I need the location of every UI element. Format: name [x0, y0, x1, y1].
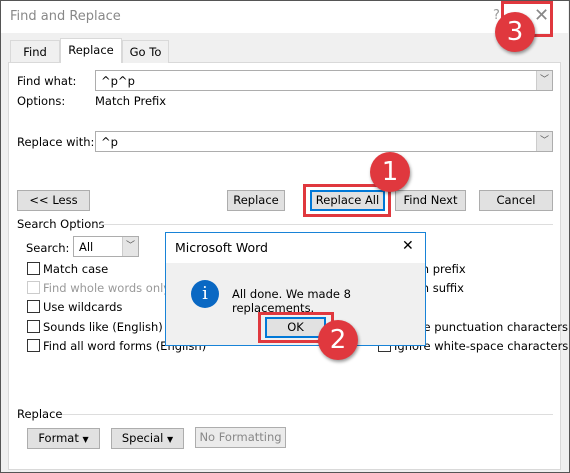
sounds-like-label: Sounds like (English): [43, 320, 163, 334]
chevron-down-icon[interactable]: ﹀: [122, 237, 138, 256]
search-direction-value: All: [79, 240, 94, 254]
format-label: Format: [38, 431, 79, 445]
options-label: Options:: [17, 94, 66, 108]
annotation-badge-1: 1: [370, 152, 410, 192]
search-label: Search:: [26, 241, 70, 255]
annotation-badge-2: 2: [318, 320, 358, 360]
search-options-heading: Search Options: [17, 217, 105, 231]
format-button[interactable]: Format ▼: [27, 428, 100, 449]
dropdown-arrow-icon: ▼: [82, 435, 89, 444]
tab-go-to[interactable]: Go To: [122, 40, 169, 63]
divider: [100, 224, 553, 225]
less-button[interactable]: << Less: [17, 190, 90, 211]
search-direction-select[interactable]: All ﹀: [73, 236, 139, 257]
ok-button[interactable]: OK: [265, 317, 326, 338]
special-label: Special: [121, 431, 164, 445]
match-case-checkbox[interactable]: [27, 262, 40, 275]
cancel-button[interactable]: Cancel: [479, 190, 553, 211]
whole-words-label: Find whole words only: [43, 281, 171, 295]
annotation-badge-3: 3: [495, 12, 535, 52]
special-button[interactable]: Special ▼: [111, 428, 184, 449]
find-what-value: ^p^p: [101, 74, 135, 88]
message-box-close-button[interactable]: ✕: [402, 238, 414, 254]
replace-all-button[interactable]: Replace All: [310, 190, 385, 211]
info-icon: i: [191, 280, 219, 308]
word-forms-checkbox[interactable]: [27, 339, 40, 352]
tab-find[interactable]: Find: [10, 40, 60, 63]
options-value: Match Prefix: [95, 94, 167, 108]
window-title: Find and Replace: [10, 9, 121, 24]
message-box-title: Microsoft Word: [175, 240, 268, 255]
whole-words-checkbox[interactable]: [27, 281, 40, 294]
message-box: Microsoft Word ✕ i All done. We made 8 r…: [165, 232, 426, 346]
message-text: All done. We made 8 replacements.: [232, 287, 351, 315]
replace-with-input[interactable]: ^p ﹀: [95, 131, 553, 152]
replace-with-label: Replace with:: [17, 135, 95, 149]
use-wildcards-checkbox[interactable]: [27, 300, 40, 313]
tab-replace[interactable]: Replace: [60, 38, 122, 63]
find-what-label: Find what:: [17, 74, 77, 88]
sounds-like-checkbox[interactable]: [27, 320, 40, 333]
chevron-down-icon[interactable]: ﹀: [536, 132, 552, 151]
find-next-button[interactable]: Find Next: [395, 190, 466, 211]
replace-section-heading: Replace: [17, 407, 63, 421]
use-wildcards-label: Use wildcards: [43, 300, 123, 314]
chevron-down-icon[interactable]: ﹀: [536, 71, 552, 90]
find-what-input[interactable]: ^p^p ﹀: [95, 70, 553, 91]
match-case-label: Match case: [43, 262, 109, 276]
replace-with-value: ^p: [101, 135, 118, 149]
no-formatting-button[interactable]: No Formatting: [195, 427, 286, 448]
replace-button[interactable]: Replace: [227, 190, 285, 211]
divider: [62, 414, 553, 415]
dropdown-arrow-icon: ▼: [166, 435, 174, 444]
